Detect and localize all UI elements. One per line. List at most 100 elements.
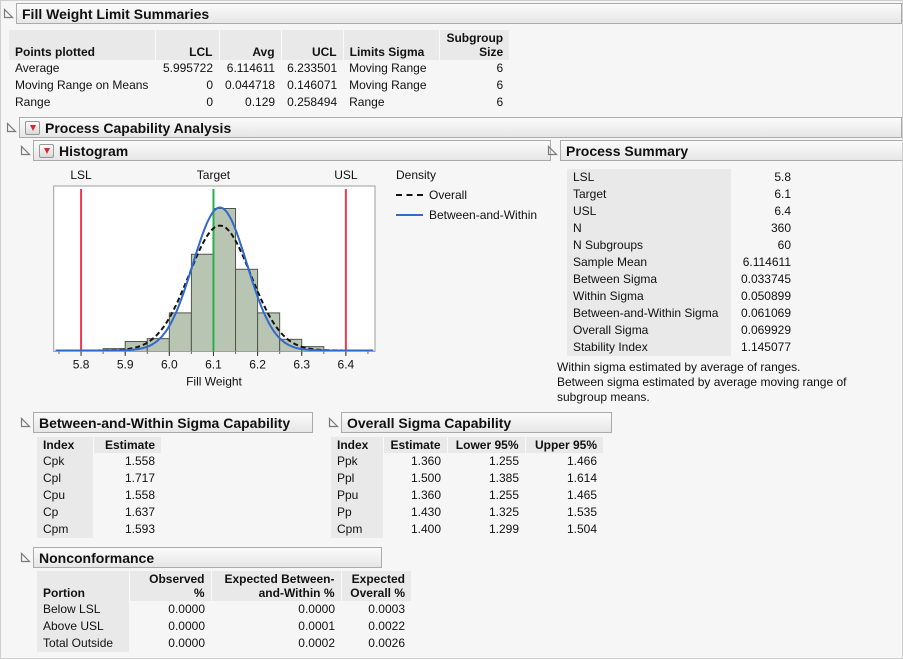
- row-label: Within Sigma: [567, 288, 731, 305]
- section-title: Nonconformance: [39, 550, 154, 566]
- histogram-bar: [236, 269, 258, 351]
- limit-summaries-table: Points plottedLCLAvgUCLLimits SigmaSubgr…: [9, 30, 509, 111]
- cell: 1.717: [93, 470, 161, 487]
- x-tick-label: 5.8: [73, 358, 90, 372]
- nonconformance-table: PortionObserved %Expected Between-and-Wi…: [37, 571, 411, 652]
- cell: 1.360: [383, 487, 447, 504]
- cell: 1.535: [525, 504, 603, 521]
- table-row: Within Sigma0.050899: [567, 288, 797, 305]
- row-label: Cpl: [37, 470, 93, 487]
- cell: 6.114611: [219, 60, 281, 77]
- disclosure-triangle-icon[interactable]: [20, 145, 31, 156]
- row-label: Cpu: [37, 487, 93, 504]
- histogram-bar: [258, 313, 280, 352]
- table-row: USL6.4: [567, 203, 797, 220]
- row-label: N Subgroups: [567, 237, 731, 254]
- x-tick-label: 6.3: [293, 358, 310, 372]
- histogram-plot-area: 5.85.96.06.16.26.36.4Fill WeightLSLTarge…: [41, 165, 421, 399]
- cell: 0.0000: [129, 635, 211, 652]
- cell: 0.050899: [731, 288, 797, 305]
- cell: 0.033745: [731, 271, 797, 288]
- cell: 0.0003: [341, 601, 411, 618]
- section-histogram: Histogram: [20, 140, 551, 161]
- disclosure-triangle-icon[interactable]: [6, 122, 17, 133]
- section-process-capability-analysis: Process Capability Analysis: [6, 117, 902, 138]
- disclosure-triangle-icon[interactable]: [547, 145, 558, 156]
- section-header-bar-nonconformance[interactable]: Nonconformance: [33, 547, 382, 568]
- column-header: Index: [37, 437, 93, 453]
- table-row: Cpm1.593: [37, 521, 161, 538]
- section-header-bar-histogram[interactable]: Histogram: [33, 140, 551, 161]
- column-header: Estimate: [383, 437, 447, 453]
- x-tick-label: 6.1: [205, 358, 222, 372]
- section-title: Process Summary: [566, 143, 688, 159]
- table-row: Cp1.637: [37, 504, 161, 521]
- cell: 6.4: [731, 203, 797, 220]
- disclosure-triangle-icon[interactable]: [20, 417, 31, 428]
- red-triangle-menu-button[interactable]: [39, 144, 54, 158]
- row-label: Ppk: [331, 453, 383, 470]
- process-summary-table: LSL5.8Target6.1USL6.4N360N Subgroups60Sa…: [567, 169, 797, 356]
- cell: 0.061069: [731, 305, 797, 322]
- bw-capability-table: IndexEstimateCpk1.558Cpl1.717Cpu1.558Cp1…: [37, 437, 161, 538]
- sigma-estimation-note: Within sigma estimated by average of ran…: [557, 360, 887, 405]
- table-row: Ppl1.5001.3851.614: [331, 470, 603, 487]
- cell: 1.360: [383, 453, 447, 470]
- section-header-bar-process-capability[interactable]: Process Capability Analysis: [19, 117, 902, 138]
- cell: 1.637: [93, 504, 161, 521]
- section-header-bar-process-summary[interactable]: Process Summary: [560, 140, 903, 161]
- column-header: Avg: [219, 30, 281, 60]
- section-header-bar-bw-capability[interactable]: Between-and-Within Sigma Capability: [33, 412, 313, 433]
- legend-label: Overall: [429, 188, 467, 202]
- cell: 1.255: [447, 487, 525, 504]
- cell: 0.044718: [219, 77, 281, 94]
- cell: 6.233501: [281, 60, 343, 77]
- cell: 1.255: [447, 453, 525, 470]
- table-row: Pp1.4301.3251.535: [331, 504, 603, 521]
- column-header: Upper 95%: [525, 437, 603, 453]
- overall-capability-table: IndexEstimateLower 95%Upper 95%Ppk1.3601…: [331, 437, 603, 538]
- row-label: Above USL: [37, 618, 129, 635]
- table-row: Ppk1.3601.2551.466: [331, 453, 603, 470]
- cell: 0.0026: [341, 635, 411, 652]
- row-label: Between-and-Within Sigma: [567, 305, 731, 322]
- table-row: Ppu1.3601.2551.465: [331, 487, 603, 504]
- cell: 1.430: [383, 504, 447, 521]
- row-label: Pp: [331, 504, 383, 521]
- section-fill-weight-limit-summaries: Fill Weight Limit Summaries: [3, 3, 902, 24]
- cell: 1.465: [525, 487, 603, 504]
- cell: 6: [439, 94, 509, 111]
- cell: 6.1: [731, 186, 797, 203]
- row-label: Below LSL: [37, 601, 129, 618]
- disclosure-triangle-icon[interactable]: [328, 417, 339, 428]
- legend-item-between-and-within: Between-and-Within: [396, 208, 537, 222]
- red-triangle-icon: [30, 125, 36, 131]
- table-row: Overall Sigma0.069929: [567, 322, 797, 339]
- density-legend: Density Overall Between-and-Within: [396, 168, 537, 222]
- x-tick-label: 6.2: [249, 358, 266, 372]
- section-nonconformance: Nonconformance: [20, 547, 382, 568]
- disclosure-triangle-icon[interactable]: [3, 8, 14, 19]
- table-row: Cpu1.558: [37, 487, 161, 504]
- usl-label: USL: [334, 168, 358, 182]
- cell: 1.614: [525, 470, 603, 487]
- histogram-bar: [191, 254, 213, 351]
- section-header-bar-overall-capability[interactable]: Overall Sigma Capability: [341, 412, 612, 433]
- section-overall-sigma-capability: Overall Sigma Capability: [328, 412, 612, 433]
- section-title: Fill Weight Limit Summaries: [22, 6, 209, 22]
- note-line: Between sigma estimated by average movin…: [557, 375, 887, 405]
- section-title: Histogram: [59, 143, 128, 159]
- disclosure-triangle-icon[interactable]: [20, 552, 31, 563]
- cell: 1.500: [383, 470, 447, 487]
- cell: 1.466: [525, 453, 603, 470]
- cell: 6: [439, 60, 509, 77]
- section-header-bar-limit-summaries[interactable]: Fill Weight Limit Summaries: [16, 3, 902, 24]
- jmp-report-window: Fill Weight Limit Summaries Points plott…: [0, 0, 903, 659]
- dashed-line-swatch-icon: [396, 194, 423, 196]
- red-triangle-menu-button[interactable]: [25, 121, 40, 135]
- table-row: Moving Range on Means00.0447180.146071Mo…: [9, 77, 509, 94]
- column-header: Points plotted: [9, 30, 155, 60]
- table-row: LSL5.8: [567, 169, 797, 186]
- table-row: Target6.1: [567, 186, 797, 203]
- cell: 0: [155, 77, 219, 94]
